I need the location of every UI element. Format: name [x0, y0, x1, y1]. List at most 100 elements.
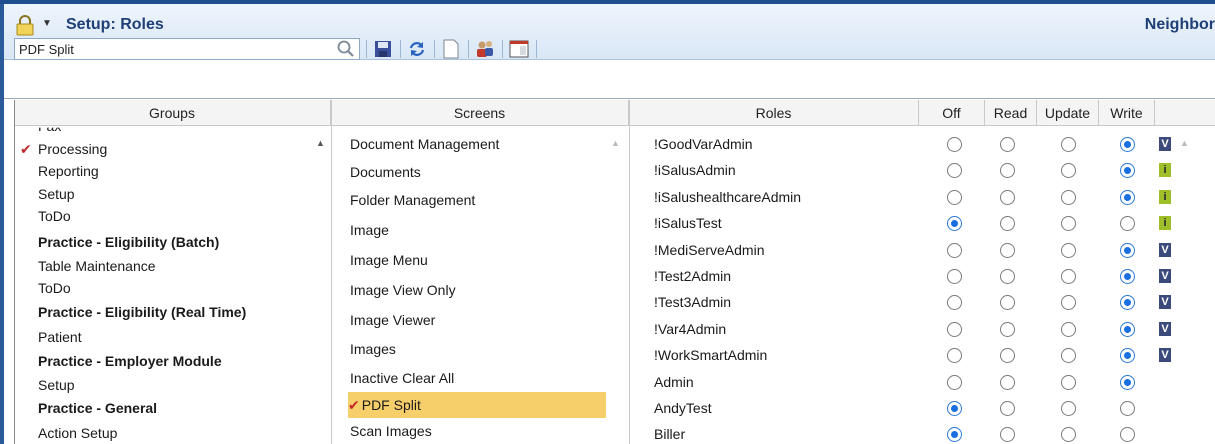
radio-off[interactable]: [947, 348, 962, 363]
window-button[interactable]: [506, 38, 532, 60]
screen-item[interactable]: Document Management: [348, 131, 606, 157]
group-item[interactable]: ToDo: [38, 208, 71, 224]
vendor-badge-icon[interactable]: V: [1159, 137, 1171, 151]
screen-item[interactable]: Folder Management: [348, 187, 606, 213]
radio-off[interactable]: [947, 243, 962, 258]
radio-read[interactable]: [1000, 137, 1015, 152]
radio-write[interactable]: [1120, 243, 1135, 258]
group-item[interactable]: Reporting: [38, 163, 99, 179]
roles-scroll-up-icon[interactable]: ▲: [1180, 138, 1189, 148]
info-badge-icon[interactable]: i: [1159, 216, 1171, 230]
radio-off[interactable]: [947, 375, 962, 390]
radio-write[interactable]: [1120, 295, 1135, 310]
radio-off[interactable]: [947, 216, 962, 231]
group-item[interactable]: Table Maintenance: [38, 258, 156, 274]
group-item[interactable]: Action Setup: [38, 425, 117, 441]
group-item[interactable]: Setup: [38, 377, 75, 393]
info-badge-icon[interactable]: i: [1159, 163, 1171, 177]
radio-write[interactable]: [1120, 190, 1135, 205]
users-button[interactable]: [472, 38, 498, 60]
radio-read[interactable]: [1000, 295, 1015, 310]
radio-update[interactable]: [1061, 427, 1076, 442]
radio-off[interactable]: [947, 269, 962, 284]
radio-write[interactable]: [1120, 269, 1135, 284]
new-document-button[interactable]: [438, 38, 464, 60]
groups-scroll-up-icon[interactable]: ▲: [316, 138, 325, 148]
group-header[interactable]: Practice - Employer Module: [38, 353, 222, 369]
chevron-down-icon[interactable]: ▼: [42, 18, 52, 29]
screen-item[interactable]: Inactive Clear All: [348, 365, 606, 391]
search-input[interactable]: [14, 38, 360, 60]
radio-update[interactable]: [1061, 295, 1076, 310]
radio-read[interactable]: [1000, 269, 1015, 284]
column-header-groups[interactable]: Groups: [14, 100, 331, 126]
column-header-screens[interactable]: Screens: [331, 100, 629, 126]
radio-write[interactable]: [1120, 322, 1135, 337]
radio-write[interactable]: [1120, 375, 1135, 390]
group-item[interactable]: Setup: [38, 186, 75, 202]
radio-off[interactable]: [947, 322, 962, 337]
screen-item[interactable]: Scan Images: [348, 418, 606, 444]
vendor-badge-icon[interactable]: V: [1159, 295, 1171, 309]
column-header-write[interactable]: Write: [1099, 100, 1155, 126]
column-header-update[interactable]: Update: [1037, 100, 1099, 126]
screen-item[interactable]: Image Viewer: [348, 307, 606, 333]
radio-off[interactable]: [947, 190, 962, 205]
search-icon[interactable]: [336, 39, 356, 59]
column-header-roles[interactable]: Roles: [629, 100, 919, 126]
screens-scroll-up-icon[interactable]: ▲: [611, 138, 620, 148]
radio-read[interactable]: [1000, 243, 1015, 258]
group-header[interactable]: Practice - General: [38, 400, 157, 416]
radio-update[interactable]: [1061, 137, 1076, 152]
radio-read[interactable]: [1000, 375, 1015, 390]
group-item[interactable]: Patient: [38, 329, 82, 345]
save-button[interactable]: [370, 38, 396, 60]
screen-item[interactable]: Image View Only: [348, 277, 606, 303]
radio-update[interactable]: [1061, 216, 1076, 231]
group-header[interactable]: Practice - Eligibility (Real Time): [38, 304, 246, 320]
radio-write[interactable]: [1120, 348, 1135, 363]
screen-item[interactable]: ✔ PDF Split: [348, 392, 606, 418]
screen-item[interactable]: Images: [348, 336, 606, 362]
screen-item[interactable]: Image Menu: [348, 247, 606, 273]
vendor-badge-icon[interactable]: V: [1159, 322, 1171, 336]
radio-read[interactable]: [1000, 401, 1015, 416]
radio-read[interactable]: [1000, 322, 1015, 337]
screen-item[interactable]: Documents: [348, 159, 606, 185]
screen-item[interactable]: Image: [348, 217, 606, 243]
info-badge-icon[interactable]: i: [1159, 190, 1171, 204]
column-header-off[interactable]: Off: [919, 100, 985, 126]
radio-update[interactable]: [1061, 163, 1076, 178]
radio-read[interactable]: [1000, 348, 1015, 363]
radio-update[interactable]: [1061, 401, 1076, 416]
lock-icon[interactable]: [14, 14, 36, 36]
radio-write[interactable]: [1120, 137, 1135, 152]
radio-update[interactable]: [1061, 190, 1076, 205]
radio-off[interactable]: [947, 427, 962, 442]
radio-write[interactable]: [1120, 427, 1135, 442]
radio-off[interactable]: [947, 401, 962, 416]
group-item[interactable]: ToDo: [38, 280, 71, 296]
radio-write[interactable]: [1120, 163, 1135, 178]
group-item[interactable]: Processing: [38, 141, 107, 157]
refresh-button[interactable]: [404, 38, 430, 60]
group-header[interactable]: Practice - Eligibility (Batch): [38, 234, 219, 250]
radio-update[interactable]: [1061, 269, 1076, 284]
radio-update[interactable]: [1061, 322, 1076, 337]
radio-write[interactable]: [1120, 401, 1135, 416]
radio-update[interactable]: [1061, 375, 1076, 390]
radio-off[interactable]: [947, 137, 962, 152]
radio-read[interactable]: [1000, 216, 1015, 231]
vendor-badge-icon[interactable]: V: [1159, 348, 1171, 362]
vendor-badge-icon[interactable]: V: [1159, 269, 1171, 283]
radio-update[interactable]: [1061, 348, 1076, 363]
radio-read[interactable]: [1000, 427, 1015, 442]
column-header-read[interactable]: Read: [985, 100, 1037, 126]
radio-read[interactable]: [1000, 163, 1015, 178]
radio-off[interactable]: [947, 163, 962, 178]
radio-update[interactable]: [1061, 243, 1076, 258]
radio-read[interactable]: [1000, 190, 1015, 205]
radio-off[interactable]: [947, 295, 962, 310]
radio-write[interactable]: [1120, 216, 1135, 231]
vendor-badge-icon[interactable]: V: [1159, 243, 1171, 257]
